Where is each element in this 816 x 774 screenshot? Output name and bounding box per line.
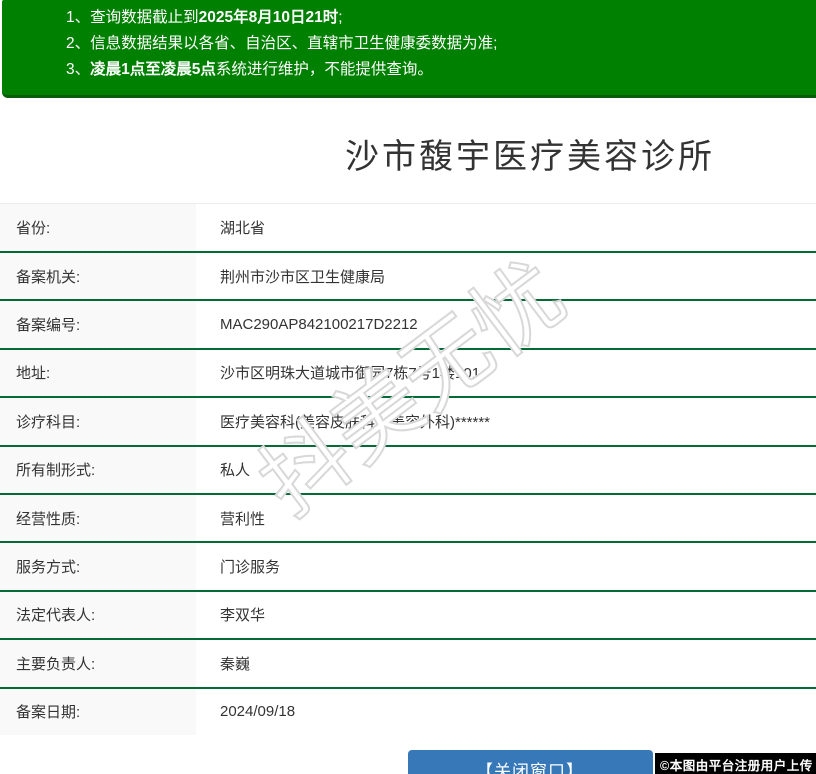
close-window-button[interactable]: 【关闭窗口】 — [408, 750, 653, 774]
notice-line-3: 3、凌晨1点至凌晨5点系统进行维护，不能提供查询。 — [66, 57, 816, 83]
field-value: 医疗美容科(美容皮肤科、美容外科)****** — [196, 398, 816, 444]
table-row-filing-number: 备案编号: MAC290AP842100217D2212 — [0, 299, 816, 347]
notice-number: 1、 — [66, 9, 90, 26]
table-row-province: 省份: 湖北省 — [0, 204, 816, 251]
notice-bold-text: 2025年8月10日21时 — [199, 9, 339, 26]
notice-text: 查询数据截止到 — [90, 9, 199, 26]
result-page: 1、查询数据截止到2025年8月10日21时; 2、信息数据结果以各省、自治区、… — [0, 0, 816, 774]
table-row-medical-subjects: 诊疗科目: 医疗美容科(美容皮肤科、美容外科)****** — [0, 396, 816, 444]
field-value: 沙市区明珠大道城市御园7栋7号1楼101 — [196, 350, 816, 396]
table-row-address: 地址: 沙市区明珠大道城市御园7栋7号1楼101 — [0, 348, 816, 396]
field-value: 营利性 — [196, 495, 816, 541]
field-value: 李双华 — [196, 592, 816, 638]
notice-number: 3、 — [66, 61, 90, 78]
field-label: 诊疗科目: — [0, 398, 196, 444]
table-row-ownership: 所有制形式: 私人 — [0, 445, 816, 493]
page-content: 1、查询数据截止到2025年8月10日21时; 2、信息数据结果以各省、自治区、… — [0, 0, 816, 774]
field-label: 备案日期: — [0, 689, 196, 735]
notice-line-2: 2、信息数据结果以各省、自治区、直辖市卫生健康委数据为准; — [66, 31, 816, 57]
field-value: 私人 — [196, 447, 816, 493]
field-label: 主要负责人: — [0, 640, 196, 686]
field-label: 地址: — [0, 350, 196, 396]
notice-bold-text: 凌晨1点至凌晨5点 — [90, 61, 216, 78]
field-label: 备案编号: — [0, 301, 196, 347]
table-row-operation-nature: 经营性质: 营利性 — [0, 493, 816, 541]
table-row-service-mode: 服务方式: 门诊服务 — [0, 541, 816, 589]
notice-text: ; — [338, 9, 342, 26]
field-value: 秦巍 — [196, 640, 816, 686]
field-label: 服务方式: — [0, 543, 196, 589]
table-row-filing-date: 备案日期: 2024/09/18 — [0, 687, 816, 735]
field-value: 湖北省 — [196, 204, 816, 251]
field-label: 省份: — [0, 204, 196, 251]
clinic-title: 沙市馥宇医疗美容诊所 — [0, 129, 816, 178]
field-label: 经营性质: — [0, 495, 196, 541]
notice-text: 信息数据结果以各省、自治区、直辖市卫生健康委数据为准; — [90, 35, 497, 52]
notice-text: 系统进行维护，不能提供查询。 — [216, 61, 433, 78]
field-value: 荆州市沙市区卫生健康局 — [196, 253, 816, 299]
notice-banner: 1、查询数据截止到2025年8月10日21时; 2、信息数据结果以各省、自治区、… — [2, 0, 816, 98]
record-table: 省份: 湖北省 备案机关: 荆州市沙市区卫生健康局 备案编号: MAC290AP… — [0, 203, 816, 735]
notice-line-1: 1、查询数据截止到2025年8月10日21时; — [66, 5, 816, 31]
field-label: 法定代表人: — [0, 592, 196, 638]
table-row-principal: 主要负责人: 秦巍 — [0, 638, 816, 686]
field-label: 备案机关: — [0, 253, 196, 299]
field-value: 2024/09/18 — [196, 689, 816, 735]
platform-upload-badge: ©本图由平台注册用户上传 — [655, 753, 816, 774]
field-label: 所有制形式: — [0, 447, 196, 493]
table-row-legal-representative: 法定代表人: 李双华 — [0, 590, 816, 638]
notice-number: 2、 — [66, 35, 90, 52]
table-row-filing-authority: 备案机关: 荆州市沙市区卫生健康局 — [0, 251, 816, 299]
field-value: 门诊服务 — [196, 543, 816, 589]
field-value: MAC290AP842100217D2212 — [196, 301, 816, 347]
